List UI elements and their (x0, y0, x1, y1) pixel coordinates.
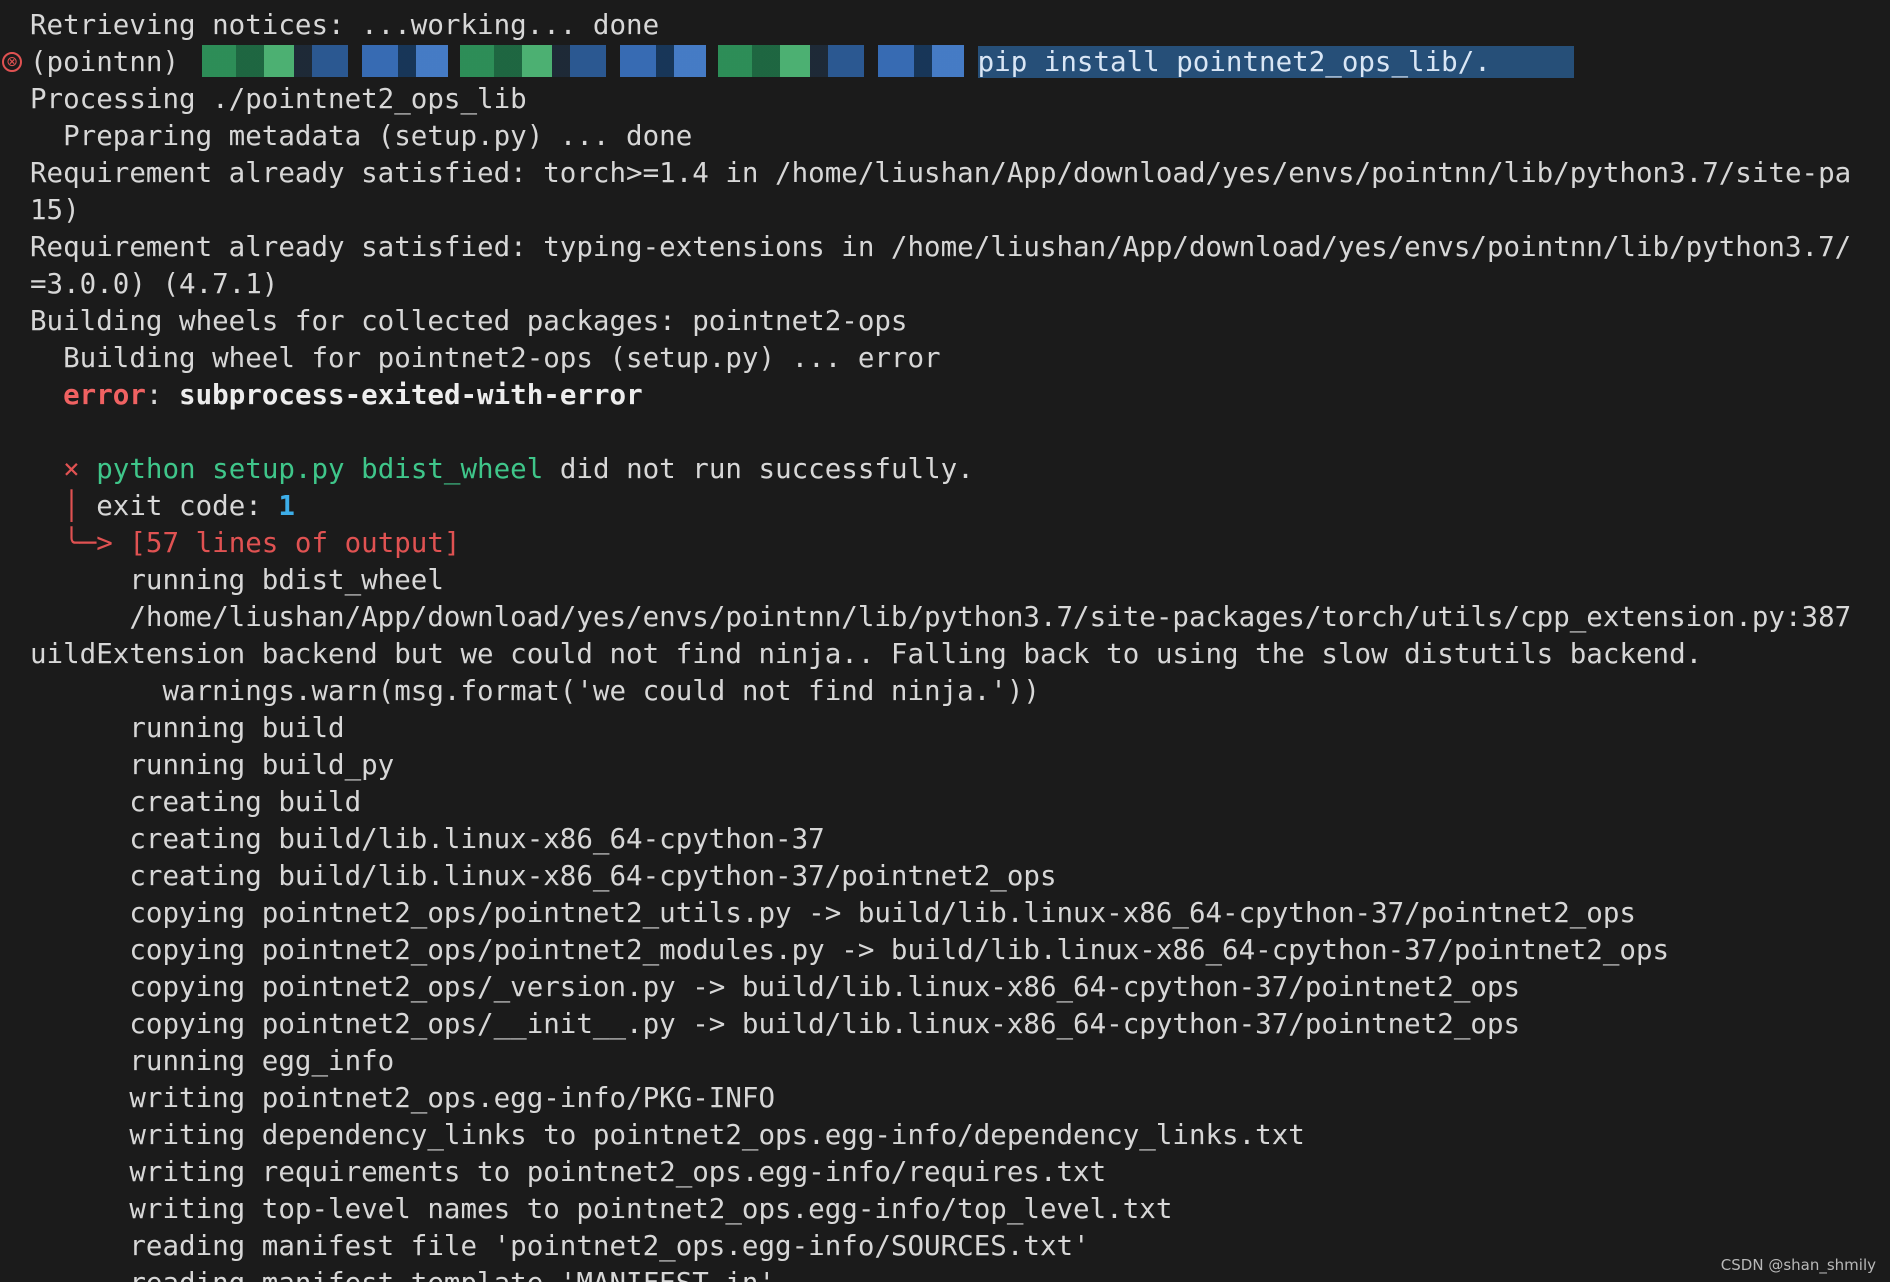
exit-code-label: exit code: (79, 490, 279, 522)
terminal-window[interactable]: ⊗ Retrieving notices: ...working... done… (0, 0, 1890, 1282)
output-line-count: [57 lines of output] (112, 527, 461, 559)
command-line: (pointnn) pip install pointnet2_ops_lib/… (30, 44, 1890, 81)
terminal-line: copying pointnet2_ops/pointnet2_modules.… (30, 934, 1670, 966)
failure-text: did not run successfully. (543, 453, 974, 485)
redacted-user-path (201, 45, 972, 77)
terminal-line: reading manifest template 'MANIFEST.in' (30, 1265, 1890, 1282)
conda-env-prompt: (pointnn) (30, 46, 196, 78)
output-count-line: ╰─> [57 lines of output] (30, 525, 1890, 562)
terminal-line: Processing ./pointnet2_ops_lib (30, 83, 527, 115)
error-message: subprocess-exited-with-error (179, 379, 643, 411)
command-failed-icon[interactable]: ⊗ (2, 52, 22, 72)
tree-bar-icon: │ (63, 490, 80, 522)
terminal-line: uildExtension backend but we could not f… (30, 638, 1703, 670)
terminal-line: warnings.warn(msg.format('we could not f… (30, 675, 1040, 707)
terminal-line: writing dependency_links to pointnet2_op… (30, 1119, 1305, 1151)
terminal-line: writing pointnet2_ops.egg-info/PKG-INFO (30, 1082, 776, 1114)
exit-code-value: 1 (278, 490, 295, 522)
terminal-line: Preparing metadata (setup.py) ... done (30, 120, 693, 152)
error-line: error: subprocess-exited-with-error (30, 377, 1890, 414)
watermark: CSDN @shan_shmily (1720, 1256, 1876, 1274)
error-colon: : (145, 379, 180, 411)
terminal-line: =3.0.0) (4.7.1) (30, 268, 279, 300)
terminal-line: running egg_info (30, 1045, 395, 1077)
terminal-line: creating build/lib.linux-x86_64-cpython-… (30, 823, 825, 855)
terminal-line: copying pointnet2_ops/__init__.py -> bui… (30, 1008, 1521, 1040)
terminal-line: running build_py (30, 749, 395, 781)
terminal-line: Building wheels for collected packages: … (30, 305, 908, 337)
failed-command: python setup.py bdist_wheel (96, 453, 544, 485)
selected-command-text[interactable]: pip install pointnet2_ops_lib/. (977, 46, 1574, 78)
terminal-line: 15) (30, 194, 80, 226)
terminal-line: running build (30, 712, 345, 744)
terminal-line: reading manifest file 'pointnet2_ops.egg… (30, 1230, 1090, 1262)
tree-arrow-icon: ╰─> (63, 527, 113, 559)
error-label: error (63, 379, 146, 411)
terminal-output[interactable]: Retrieving notices: ...working... done (… (30, 7, 1890, 1282)
terminal-line: Requirement already satisfied: typing-ex… (30, 231, 1852, 263)
exit-code-line: │ exit code: 1 (30, 488, 1890, 525)
terminal-line: Requirement already satisfied: torch>=1.… (30, 157, 1852, 189)
terminal-line: creating build (30, 786, 362, 818)
terminal-line: /home/liushan/App/download/yes/envs/poin… (30, 601, 1852, 633)
terminal-line: running bdist_wheel (30, 564, 444, 596)
terminal-line: creating build/lib.linux-x86_64-cpython-… (30, 860, 1057, 892)
terminal-line: copying pointnet2_ops/_version.py -> bui… (30, 971, 1521, 1003)
terminal-line: writing requirements to pointnet2_ops.eg… (30, 1156, 1107, 1188)
terminal-line: copying pointnet2_ops/pointnet2_utils.py… (30, 897, 1636, 929)
terminal-line: writing top-level names to pointnet2_ops… (30, 1193, 1173, 1225)
terminal-line: Retrieving notices: ...working... done (30, 9, 660, 41)
terminal-line: Building wheel for pointnet2-ops (setup.… (30, 342, 941, 374)
failure-line: × python setup.py bdist_wheel did not ru… (30, 451, 1890, 488)
cross-icon: × (63, 453, 80, 485)
